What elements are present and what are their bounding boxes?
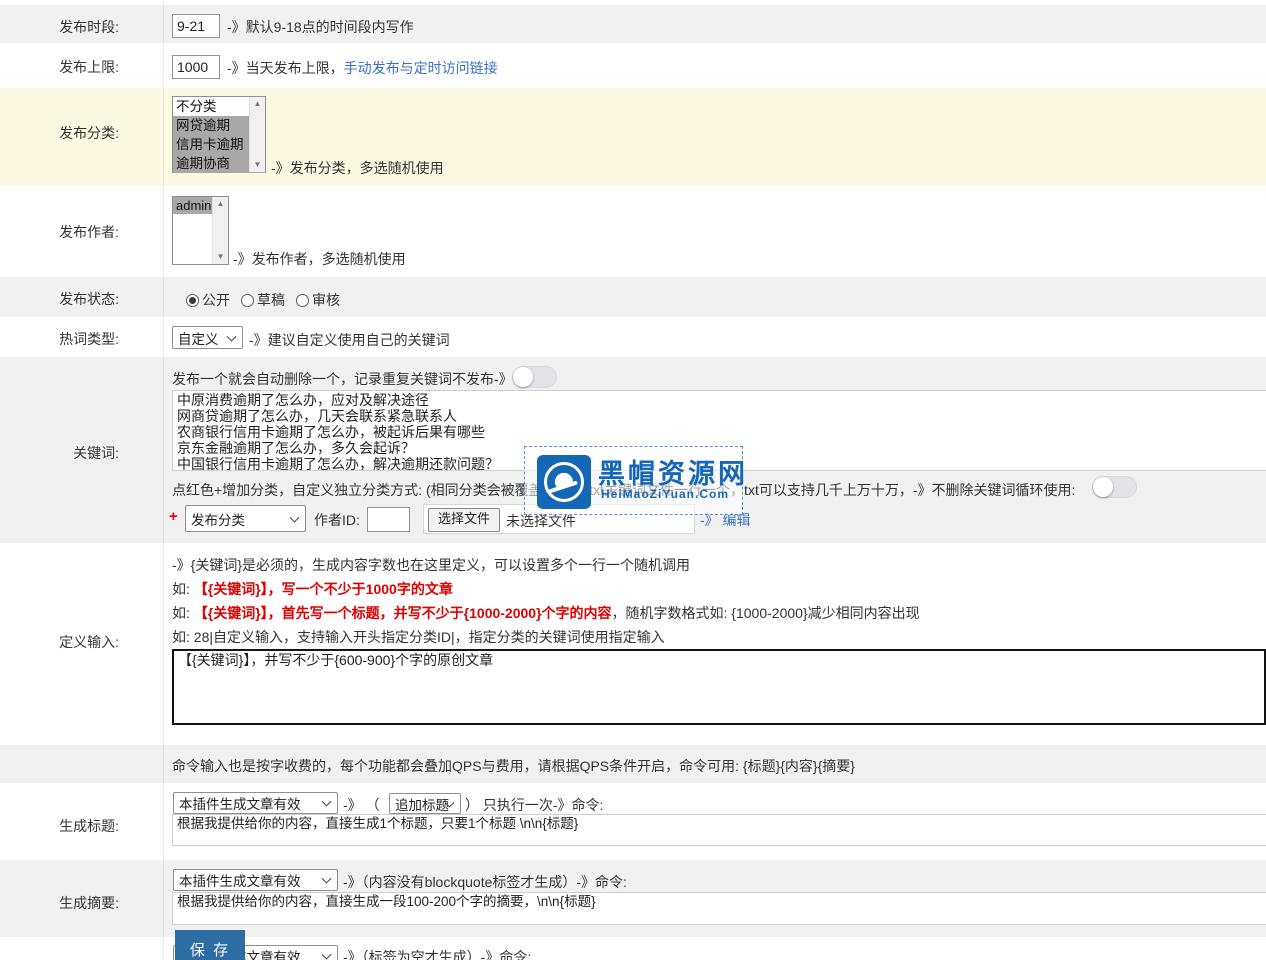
chevron-down-icon bbox=[290, 512, 300, 522]
radio-checked-icon bbox=[186, 294, 199, 307]
watermark-title: 黑帽资源网 bbox=[598, 452, 748, 491]
plugin-settings-page: 发布时段: 发布上限: 发布分类: 发布作者: 发布状态: 热词类型: 关键词:… bbox=[0, 0, 1266, 960]
hotword-type-dropdown[interactable]: 自定义 bbox=[172, 326, 243, 349]
title-append-value: 追加标题 bbox=[395, 794, 449, 814]
watermark-logo bbox=[537, 455, 591, 509]
gen-summary-label: 生成摘要: bbox=[0, 893, 119, 913]
publish-status-group: 公开 草稿 审核 bbox=[186, 290, 351, 310]
chevron-down-icon bbox=[322, 874, 332, 884]
define-input-line4: 如: 28|自定义输入，支持输入开头指定分类ID|，指定分类的关键词使用指定输入 bbox=[172, 627, 665, 647]
title-append-dropdown[interactable]: 追加标题 bbox=[389, 793, 461, 814]
scroll-down-icon[interactable]: ▼ bbox=[250, 158, 265, 172]
radio-unchecked-icon bbox=[241, 294, 254, 307]
define-input-label: 定义输入: bbox=[0, 632, 119, 652]
radio-label: 公开 bbox=[202, 290, 230, 310]
gen-title-mode-dropdown[interactable]: 本插件生成文章有效 bbox=[173, 792, 338, 814]
example-prefix: 如: bbox=[172, 581, 194, 597]
example-rest-text: ，随机字数格式如: {1000-2000}减少相同内容出现 bbox=[612, 605, 920, 621]
define-input-line1: -》{关键词}是必须的，生成内容字数也在这里定义，可以设置多个一行一个随机调用 bbox=[172, 555, 690, 575]
publish-category-select[interactable]: 不分类 网贷逾期 信用卡逾期 逾期协商 ▲ ▼ bbox=[172, 96, 266, 173]
chevron-down-icon bbox=[322, 797, 332, 807]
gen-tag-note: -》（标签为空才生成）-》命令: bbox=[343, 947, 531, 960]
keywords-autodelete-note: 发布一个就会自动删除一个，记录重复关键词不发布-》 bbox=[172, 369, 513, 389]
hat-icon bbox=[544, 462, 584, 502]
publish-author-select[interactable]: admin ▲ ▼ bbox=[172, 196, 229, 265]
hotword-type-label: 热词类型: bbox=[0, 329, 119, 349]
radio-unchecked-icon bbox=[296, 294, 309, 307]
publish-time-label: 发布时段: bbox=[0, 17, 119, 37]
keywords-label: 关键词: bbox=[0, 443, 119, 463]
author-select-scrollbar[interactable]: ▲ ▼ bbox=[212, 197, 228, 264]
dedupe-toggle[interactable] bbox=[512, 366, 557, 388]
radio-label: 草稿 bbox=[257, 290, 285, 310]
watermark-domain: HeiMaoZiYuan.Com bbox=[601, 487, 729, 501]
example-red-text: 【{关键词}】，写一个不少于1000字的文章 bbox=[194, 581, 453, 597]
choose-file-button[interactable]: 选择文件 bbox=[428, 508, 500, 532]
keyword-loop-toggle[interactable] bbox=[1092, 476, 1137, 498]
publish-limit-input[interactable] bbox=[172, 55, 220, 79]
publish-time-note: -》默认9-18点的时间段内写作 bbox=[227, 17, 414, 37]
gen-title-label: 生成标题: bbox=[0, 816, 119, 836]
manual-publish-link[interactable]: 手动发布与定时访问链接 bbox=[344, 60, 498, 76]
publish-limit-note: -》当天发布上限，手动发布与定时访问链接 bbox=[227, 58, 498, 78]
scroll-down-icon[interactable]: ▼ bbox=[213, 250, 228, 264]
gen-title-mode-value: 本插件生成文章有效 bbox=[179, 793, 301, 813]
add-category-button[interactable]: + bbox=[169, 508, 178, 525]
publish-time-input[interactable] bbox=[172, 14, 220, 38]
gen-title-command-textarea[interactable]: 根据我提供给你的内容，直接生成1个标题，只要1个标题 \n\n{标题} bbox=[172, 814, 1266, 846]
gen-summary-mode-value: 本插件生成文章有效 bbox=[179, 870, 301, 890]
chevron-down-icon bbox=[227, 331, 237, 341]
radio-public[interactable]: 公开 bbox=[186, 290, 230, 310]
define-input-line2: 如: 【{关键词}】，写一个不少于1000字的文章 bbox=[172, 579, 453, 599]
category-select-scrollbar[interactable]: ▲ ▼ bbox=[249, 97, 265, 172]
publish-status-label: 发布状态: bbox=[0, 289, 119, 309]
gen-summary-note: -》（内容没有blockquote标签才生成）-》命令: bbox=[343, 872, 627, 892]
keyword-category-value: 发布分类 bbox=[191, 509, 245, 529]
publish-author-note: -》发布作者，多选随机使用 bbox=[233, 249, 406, 269]
publish-category-note: -》发布分类，多选随机使用 bbox=[271, 158, 444, 178]
publish-limit-note-text: -》当天发布上限， bbox=[227, 60, 344, 76]
keyword-category-dropdown[interactable]: 发布分类 bbox=[185, 505, 306, 532]
label-column-divider bbox=[163, 0, 164, 960]
gen-title-note: ） 只执行一次-》命令: bbox=[465, 795, 603, 815]
command-fee-note: 命令输入也是按字收费的，每个功能都会叠加QPS与费用，请根据QPS条件开启，命令… bbox=[172, 756, 855, 776]
radio-review[interactable]: 审核 bbox=[296, 290, 340, 310]
gen-title-mid-text: -》 （ bbox=[343, 795, 380, 815]
author-id-input[interactable] bbox=[367, 507, 410, 532]
publish-author-label: 发布作者: bbox=[0, 222, 119, 242]
chevron-down-icon bbox=[322, 950, 332, 960]
radio-label: 审核 bbox=[312, 290, 340, 310]
publish-category-label: 发布分类: bbox=[0, 123, 119, 143]
scroll-up-icon[interactable]: ▲ bbox=[250, 97, 265, 111]
gen-summary-mode-dropdown[interactable]: 本插件生成文章有效 bbox=[173, 869, 338, 891]
author-id-label: 作者ID: bbox=[314, 510, 360, 530]
publish-limit-label: 发布上限: bbox=[0, 57, 119, 77]
define-input-textarea[interactable]: 【{关键词}】，并写不少于{600-900}个字的原创文章 bbox=[172, 649, 1266, 725]
save-button[interactable]: 保 存 bbox=[175, 930, 245, 960]
example-prefix: 如: bbox=[172, 605, 194, 621]
scroll-up-icon[interactable]: ▲ bbox=[213, 197, 228, 211]
define-input-line3: 如: 【{关键词}】，首先写一个标题，并写不少于{1000-2000}个字的内容… bbox=[172, 603, 920, 623]
watermark-box: 黑帽资源网 HeiMaoZiYuan.Com bbox=[524, 446, 743, 515]
example-red-text: 【{关键词}】，首先写一个标题，并写不少于{1000-2000}个字的内容 bbox=[194, 605, 612, 621]
hotword-type-value: 自定义 bbox=[178, 328, 219, 348]
radio-draft[interactable]: 草稿 bbox=[241, 290, 285, 310]
gen-summary-command-textarea[interactable]: 根据我提供给你的内容，直接生成一段100-200个字的摘要，\n\n{标题} bbox=[172, 892, 1266, 925]
hotword-type-note: -》建议自定义使用自己的关键词 bbox=[249, 330, 450, 350]
